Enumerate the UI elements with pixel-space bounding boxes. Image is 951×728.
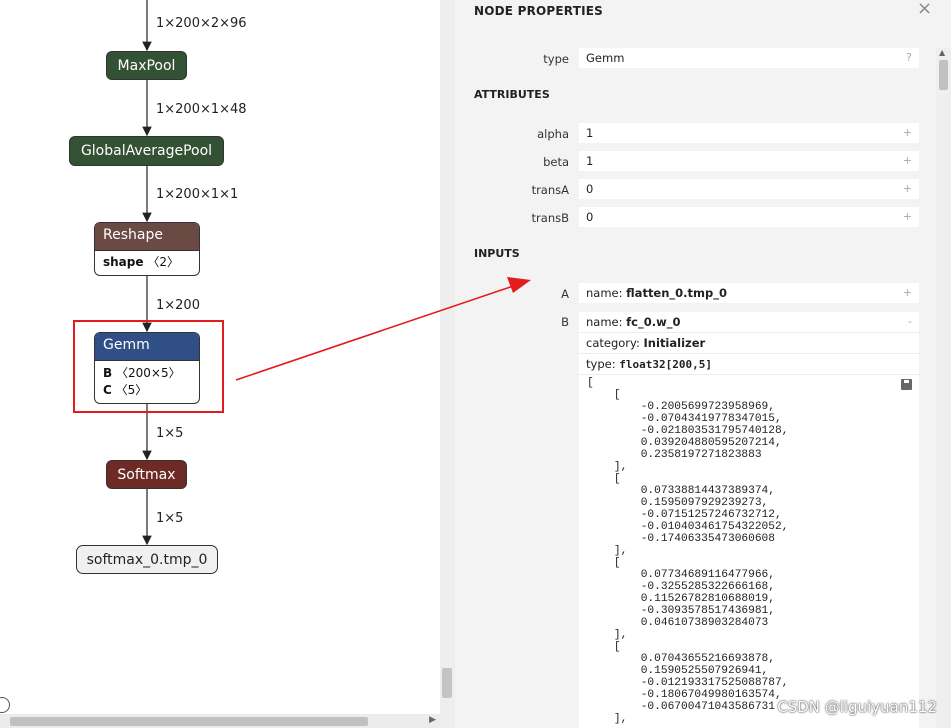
expand-button[interactable]: + xyxy=(903,286,912,299)
attribute-field: 0 + xyxy=(579,179,919,199)
highlight-box xyxy=(73,320,224,413)
edge-label: 1×5 xyxy=(156,426,184,441)
graph-canvas[interactable]: 1×200×2×96 1×200×1×48 1×200×1×1 1×200 1×… xyxy=(0,0,440,728)
tensor-type: float32[200,5] xyxy=(619,358,712,371)
inputs-heading: INPUTS xyxy=(474,247,520,260)
input-name: fc_0.w_0 xyxy=(626,315,681,329)
node-attribute: shape 〈2〉 xyxy=(95,251,199,271)
edge-label: 1×200×1×48 xyxy=(156,102,247,117)
scrollbar-thumb[interactable] xyxy=(10,717,368,726)
node-title: Reshape xyxy=(95,223,199,251)
type-label: type xyxy=(543,52,569,66)
scroll-right-icon[interactable]: ▶ xyxy=(429,715,436,725)
input-name-row: name: fc_0.w_0 - xyxy=(579,312,919,333)
type-field: Gemm ? xyxy=(579,48,919,68)
vertical-scrollbar[interactable]: ▲ xyxy=(936,48,951,728)
input-type-row: type: float32[200,5] xyxy=(579,354,919,375)
expand-button[interactable]: + xyxy=(903,154,912,167)
horizontal-scrollbar[interactable]: ▶ xyxy=(0,714,440,728)
node-reshape[interactable]: Reshape shape 〈2〉 xyxy=(94,222,200,276)
scrollbar-thumb[interactable] xyxy=(939,60,948,90)
edge-label: 1×200×1×1 xyxy=(156,187,239,202)
watermark: CSDN @liguiyuan112 xyxy=(777,698,937,716)
expand-button[interactable]: + xyxy=(903,182,912,195)
name-prefix: name: xyxy=(586,315,623,329)
attribute-label: beta xyxy=(543,155,569,169)
attribute-field: 1 + xyxy=(579,123,919,143)
input-label: A xyxy=(561,287,569,301)
node-softmax[interactable]: Softmax xyxy=(106,460,187,489)
attribute-value: 0 xyxy=(586,182,594,196)
node-output[interactable]: softmax_0.tmp_0 xyxy=(76,545,218,574)
attribute-name: shape xyxy=(103,255,144,269)
save-icon[interactable] xyxy=(901,379,912,390)
attribute-value: 〈2〉 xyxy=(147,255,179,269)
name-prefix: name: xyxy=(586,286,623,300)
input-initializer-block: name: fc_0.w_0 - category: Initializer t… xyxy=(579,312,919,728)
node-global-average-pool[interactable]: GlobalAveragePool xyxy=(69,136,224,166)
category-value: Initializer xyxy=(643,336,706,350)
edge-label: 1×200×2×96 xyxy=(156,16,247,31)
attribute-value: 0 xyxy=(586,210,594,224)
category-prefix: category: xyxy=(586,336,640,350)
tensor-values: [ [ -0.2005699723958969, -0.070434197783… xyxy=(579,375,919,728)
input-label: B xyxy=(561,315,569,329)
help-icon[interactable]: ? xyxy=(906,51,912,64)
panel-title: NODE PROPERTIES xyxy=(474,4,603,18)
node-properties-panel: NODE PROPERTIES × type Gemm ? ATTRIBUTES… xyxy=(455,0,951,728)
edge-label: 1×200 xyxy=(156,298,200,313)
attributes-heading: ATTRIBUTES xyxy=(474,88,550,101)
type-value: Gemm xyxy=(586,51,625,65)
expand-button[interactable]: + xyxy=(903,210,912,223)
node-maxpool[interactable]: MaxPool xyxy=(106,51,187,80)
tensor-text: [ [ -0.2005699723958969, -0.070434197783… xyxy=(587,377,789,725)
close-icon[interactable]: × xyxy=(917,0,932,19)
attribute-label: transA xyxy=(531,183,569,197)
splitter[interactable] xyxy=(440,0,455,728)
input-category-row: category: Initializer xyxy=(579,333,919,354)
scroll-up-icon[interactable]: ▲ xyxy=(939,48,945,57)
attribute-field: 0 + xyxy=(579,207,919,227)
attribute-field: 1 + xyxy=(579,151,919,171)
attribute-value: 1 xyxy=(586,126,594,140)
scrollbar-thumb[interactable] xyxy=(442,668,452,698)
collapse-button[interactable]: - xyxy=(908,315,912,328)
edge-label: 1×5 xyxy=(156,511,184,526)
attribute-label: transB xyxy=(531,211,569,225)
input-name: flatten_0.tmp_0 xyxy=(626,286,728,300)
attribute-label: alpha xyxy=(537,127,569,141)
input-field: name: flatten_0.tmp_0 + xyxy=(579,283,919,303)
type-prefix: type: xyxy=(586,357,616,371)
expand-button[interactable]: + xyxy=(903,126,912,139)
attribute-value: 1 xyxy=(586,154,594,168)
